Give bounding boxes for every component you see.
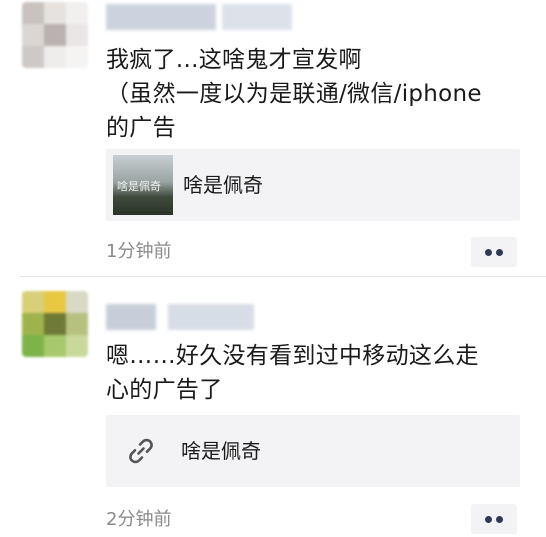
more-dots-icon (496, 516, 503, 523)
avatar[interactable] (22, 291, 88, 357)
shared-link-card[interactable]: 啥是佩奇 (106, 415, 520, 487)
post-time: 2分钟前 (106, 509, 172, 530)
post-text: 嗯……好久没有看到过中移动这么走 心的广告了 (106, 339, 526, 407)
more-dots-icon (485, 516, 492, 523)
post-text-line: 心的广告了 (106, 377, 223, 403)
link-chain-icon (129, 438, 153, 464)
post-text-line: 嗯……好久没有看到过中移动这么走 (106, 343, 479, 369)
username-blurred[interactable] (106, 304, 256, 330)
moment-post-2: 嗯……好久没有看到过中移动这么走 心的广告了 啥是佩奇 2分钟前 (0, 0, 546, 537)
more-button[interactable] (471, 504, 517, 534)
link-title: 啥是佩奇 (181, 439, 261, 463)
